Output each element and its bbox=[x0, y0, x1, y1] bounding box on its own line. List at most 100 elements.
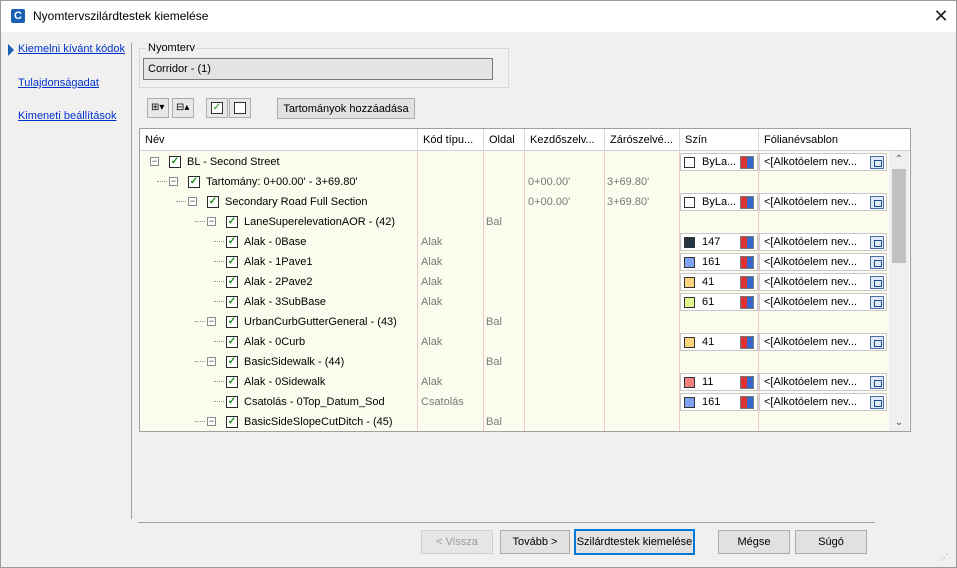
nav-item-output-settings[interactable]: Kimeneti beállítások bbox=[18, 110, 116, 122]
scrollbar-thumb[interactable] bbox=[892, 169, 906, 263]
color-picker-cell[interactable]: 147 bbox=[680, 233, 758, 251]
layer-template-cell[interactable]: <[Alkotóelem nev... bbox=[759, 233, 887, 251]
col-header-name[interactable]: Név bbox=[140, 129, 418, 151]
nav-item-codes-to-extract[interactable]: Kiemelni kívánt kódok bbox=[18, 43, 125, 55]
layer-template-cell[interactable]: <[Alkotóelem nev... bbox=[759, 253, 887, 271]
color-picker-cell[interactable]: 41 bbox=[680, 333, 758, 351]
color-palette-icon[interactable] bbox=[740, 156, 754, 169]
layer-template-cell[interactable]: <[Alkotóelem nev... bbox=[759, 153, 887, 171]
color-name: 161 bbox=[702, 396, 721, 408]
next-button[interactable]: Tovább > bbox=[500, 530, 570, 554]
col-header-side[interactable]: Oldal bbox=[484, 129, 525, 151]
row-checkbox[interactable]: ✓ bbox=[226, 336, 238, 348]
layer-template-cell[interactable]: <[Alkotóelem nev... bbox=[759, 373, 887, 391]
row-checkbox[interactable]: ✓ bbox=[226, 416, 238, 428]
layer-template-cell[interactable]: <[Alkotóelem nev... bbox=[759, 333, 887, 351]
scroll-up-arrow-icon[interactable]: ⌃ bbox=[889, 151, 909, 168]
layer-template-cell[interactable]: <[Alkotóelem nev... bbox=[759, 273, 887, 291]
color-palette-icon[interactable] bbox=[740, 256, 754, 269]
resize-grip-icon[interactable]: ⋰ bbox=[940, 553, 950, 563]
collapse-node-icon[interactable]: − bbox=[207, 217, 216, 226]
table-row[interactable]: ✓ Alak - 2Pave2 Alak 41 <[Alkotóelem nev... bbox=[140, 272, 888, 292]
table-row[interactable]: ✓ Csatolás - 0Top_Datum_Sod Csatolás 161 <[A… bbox=[140, 392, 888, 412]
layer-template-edit-icon[interactable] bbox=[870, 336, 884, 349]
layer-template-edit-icon[interactable] bbox=[870, 196, 884, 209]
row-checkbox[interactable]: ✓ bbox=[226, 296, 238, 308]
color-palette-icon[interactable] bbox=[740, 236, 754, 249]
layer-template-cell[interactable]: <[Alkotóelem nev... bbox=[759, 293, 887, 311]
color-picker-cell[interactable]: 161 bbox=[680, 393, 758, 411]
color-palette-icon[interactable] bbox=[740, 396, 754, 409]
help-button[interactable]: Súgó bbox=[795, 530, 867, 554]
table-row[interactable]: ✓ Alak - 0Sidewalk Alak 11 <[Alkotóelem nev.… bbox=[140, 372, 888, 392]
color-palette-icon[interactable] bbox=[740, 376, 754, 389]
color-palette-icon[interactable] bbox=[740, 336, 754, 349]
collapse-all-button[interactable]: ⊟▴ bbox=[172, 98, 194, 118]
check-all-button[interactable]: ✓ bbox=[206, 98, 228, 118]
extract-solids-button[interactable]: Szilárdtestek kiemelése bbox=[574, 529, 695, 555]
color-picker-cell[interactable]: 61 bbox=[680, 293, 758, 311]
row-checkbox[interactable]: ✓ bbox=[226, 396, 238, 408]
col-header-color[interactable]: Szín bbox=[680, 129, 759, 151]
color-picker-cell[interactable]: ByLa... bbox=[680, 153, 758, 171]
row-checkbox[interactable]: ✓ bbox=[226, 316, 238, 328]
table-row[interactable]: − ✓ LaneSuperelevationAOR - (42) Bal bbox=[140, 212, 888, 232]
back-button[interactable]: < Vissza bbox=[421, 530, 493, 554]
expand-all-button[interactable]: ⊞▾ bbox=[147, 98, 169, 118]
layer-template-cell[interactable]: <[Alkotóelem nev... bbox=[759, 393, 887, 411]
collapse-node-icon[interactable]: − bbox=[150, 157, 159, 166]
table-row[interactable]: − ✓ UrbanCurbGutterGeneral - (43) Bal bbox=[140, 312, 888, 332]
layer-template-edit-icon[interactable] bbox=[870, 396, 884, 409]
layer-template-edit-icon[interactable] bbox=[870, 376, 884, 389]
layer-template-edit-icon[interactable] bbox=[870, 156, 884, 169]
color-picker-cell[interactable]: 161 bbox=[680, 253, 758, 271]
uncheck-all-button[interactable] bbox=[229, 98, 251, 118]
close-icon[interactable]: ✕ bbox=[929, 4, 953, 28]
table-row[interactable]: ✓ Alak - 0Base Alak 147 <[Alkotóelem nev... bbox=[140, 232, 888, 252]
col-header-start-station[interactable]: Kezdőszelv... bbox=[525, 129, 605, 151]
nav-item-property-data[interactable]: Tulajdonságadat bbox=[18, 77, 99, 89]
color-picker-cell[interactable]: ByLa... bbox=[680, 193, 758, 211]
layer-template-edit-icon[interactable] bbox=[870, 296, 884, 309]
color-palette-icon[interactable] bbox=[740, 276, 754, 289]
table-row[interactable]: ✓ Alak - 3SubBase Alak 61 <[Alkotóelem nev..… bbox=[140, 292, 888, 312]
table-row[interactable]: ✓ Alak - 1Pave1 Alak 161 <[Alkotóelem nev... bbox=[140, 252, 888, 272]
layer-template-edit-icon[interactable] bbox=[870, 236, 884, 249]
color-palette-icon[interactable] bbox=[740, 296, 754, 309]
table-row[interactable]: ✓ Alak - 0Curb Alak 41 <[Alkotóelem nev... bbox=[140, 332, 888, 352]
cancel-button[interactable]: Mégse bbox=[718, 530, 790, 554]
layer-template-edit-icon[interactable] bbox=[870, 256, 884, 269]
table-row[interactable]: − ✓ BL - Second Street ByLa... <[Alkotóelem … bbox=[140, 152, 888, 172]
row-name: Alak - 2Pave2 bbox=[244, 276, 313, 288]
row-checkbox[interactable]: ✓ bbox=[207, 196, 219, 208]
row-code-type bbox=[421, 172, 481, 192]
col-header-end-station[interactable]: Zárószelvé... bbox=[605, 129, 680, 151]
table-row[interactable]: − ✓ Tartomány: 0+00.00' - 3+69.80' 0+00.00'… bbox=[140, 172, 888, 192]
color-picker-cell[interactable]: 41 bbox=[680, 273, 758, 291]
row-checkbox[interactable]: ✓ bbox=[226, 216, 238, 228]
col-header-code-type[interactable]: Kód típu... bbox=[418, 129, 484, 151]
row-checkbox[interactable]: ✓ bbox=[169, 156, 181, 168]
layer-template-edit-icon[interactable] bbox=[870, 276, 884, 289]
collapse-node-icon[interactable]: − bbox=[188, 197, 197, 206]
collapse-node-icon[interactable]: − bbox=[207, 317, 216, 326]
table-row[interactable]: − ✓ BasicSidewalk - (44) Bal bbox=[140, 352, 888, 372]
collapse-node-icon[interactable]: − bbox=[207, 417, 216, 426]
table-row[interactable]: − ✓ BasicSideSlopeCutDitch - (45) Bal bbox=[140, 412, 888, 431]
collapse-node-icon[interactable]: − bbox=[207, 357, 216, 366]
row-checkbox[interactable]: ✓ bbox=[226, 256, 238, 268]
row-checkbox[interactable]: ✓ bbox=[188, 176, 200, 188]
row-checkbox[interactable]: ✓ bbox=[226, 356, 238, 368]
add-ranges-button[interactable]: Tartományok hozzáadása bbox=[277, 98, 415, 119]
col-header-layer-template[interactable]: Fólianévsablon bbox=[759, 129, 910, 151]
table-row[interactable]: − ✓ Secondary Road Full Section 0+00.00' 3+6… bbox=[140, 192, 888, 212]
vertical-scrollbar[interactable]: ⌃ ⌄ bbox=[889, 151, 909, 431]
scroll-down-arrow-icon[interactable]: ⌄ bbox=[889, 414, 909, 431]
collapse-node-icon[interactable]: − bbox=[169, 177, 178, 186]
color-palette-icon[interactable] bbox=[740, 196, 754, 209]
row-checkbox[interactable]: ✓ bbox=[226, 276, 238, 288]
row-checkbox[interactable]: ✓ bbox=[226, 236, 238, 248]
row-checkbox[interactable]: ✓ bbox=[226, 376, 238, 388]
layer-template-cell[interactable]: <[Alkotóelem nev... bbox=[759, 193, 887, 211]
color-picker-cell[interactable]: 11 bbox=[680, 373, 758, 391]
